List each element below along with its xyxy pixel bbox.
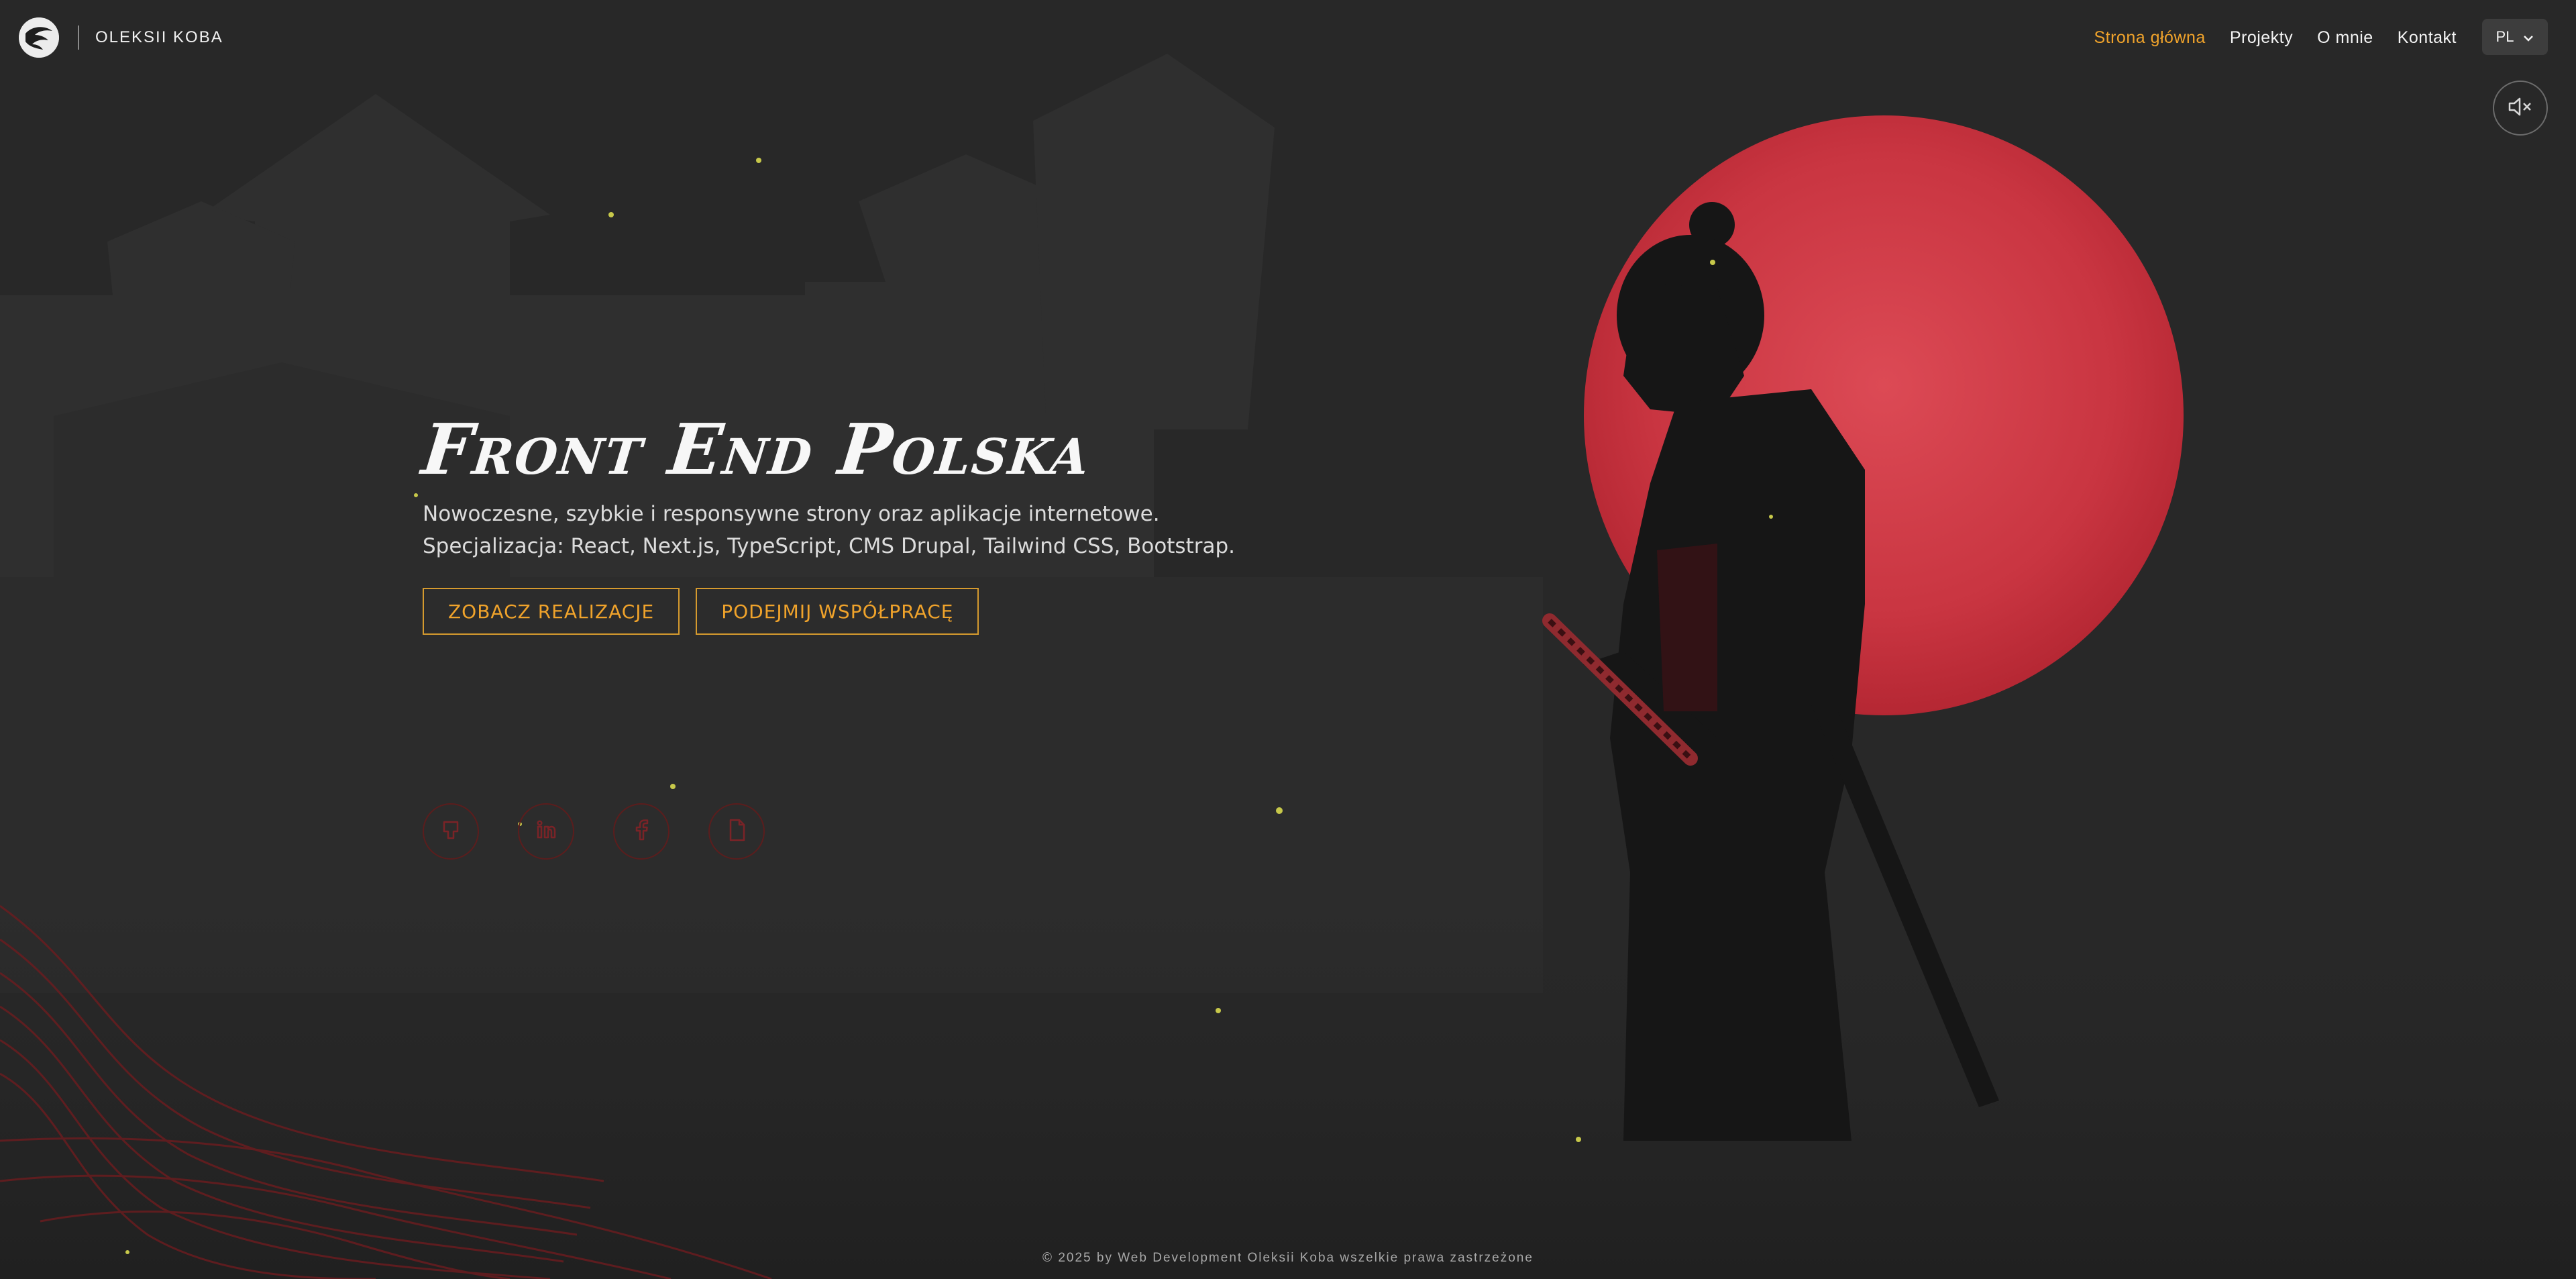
hero-background — [0, 0, 2576, 1279]
samurai-logo-icon — [19, 17, 59, 58]
facebook-icon — [628, 817, 655, 846]
hero-description-line-1: Nowoczesne, szybkie i responsywne strony… — [423, 502, 1160, 526]
nav-link-projects[interactable]: Projekty — [2230, 28, 2293, 48]
language-selector[interactable]: PL — [2482, 19, 2548, 55]
cooperation-button[interactable]: PODEJMIJ WSPÓŁPRACĘ — [696, 588, 979, 635]
sound-toggle-button[interactable] — [2493, 81, 2548, 136]
github-icon — [437, 817, 464, 846]
facebook-link[interactable] — [613, 803, 669, 860]
cv-link[interactable] — [708, 803, 765, 860]
main-nav: Strona główna Projekty O mnie Kontakt — [2094, 24, 2457, 51]
speaker-muted-icon — [2507, 96, 2534, 120]
logo-divider — [78, 25, 79, 50]
hero-section: Front End Polska Nowoczesne, szybkie i r… — [419, 408, 1235, 635]
nav-link-contact[interactable]: Kontakt — [2398, 28, 2457, 48]
view-projects-button[interactable]: ZOBACZ REALIZACJE — [423, 588, 680, 635]
hero-title: Front End Polska — [418, 408, 1095, 491]
site-logo[interactable]: OLEKSII KOBA — [19, 17, 223, 58]
footer-copyright: © 2025 by Web Development Oleksii Koba w… — [1042, 1251, 1534, 1265]
hero-description: Nowoczesne, szybkie i responsywne strony… — [423, 498, 1235, 562]
hero-description-line-2: Specjalizacja: React, Next.js, TypeScrip… — [423, 534, 1236, 558]
github-link[interactable] — [423, 803, 479, 860]
social-links — [423, 803, 765, 860]
language-label: PL — [2496, 28, 2514, 45]
hero-buttons: ZOBACZ REALIZACJE PODEJMIJ WSPÓŁPRACĘ — [423, 588, 1235, 635]
nav-link-home[interactable]: Strona główna — [2094, 28, 2205, 48]
cv-document-icon — [723, 817, 750, 846]
linkedin-link[interactable] — [518, 803, 574, 860]
linkedin-icon — [533, 817, 559, 846]
nav-link-about[interactable]: O mnie — [2317, 28, 2373, 48]
chevron-down-icon — [2523, 28, 2534, 46]
brand-name: OLEKSII KOBA — [95, 28, 223, 46]
